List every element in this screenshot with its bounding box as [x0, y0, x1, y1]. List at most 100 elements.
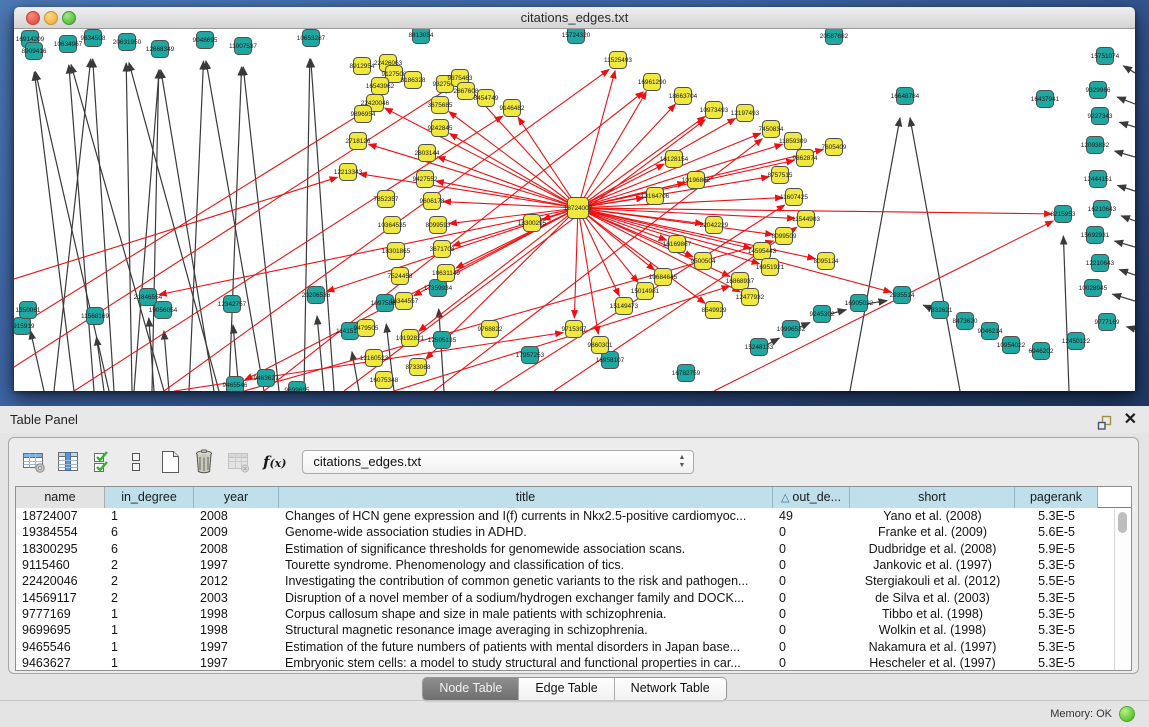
graph-node[interactable]: 9699695: [285, 382, 310, 392]
graph-node[interactable]: 8909416: [22, 43, 47, 60]
graph-node[interactable]: 12450122: [1062, 333, 1091, 350]
graph-node[interactable]: 7524458: [388, 268, 413, 285]
graph-node[interactable]: 3675685: [428, 97, 453, 114]
graph-node[interactable]: 16961290: [638, 74, 667, 91]
graph-node[interactable]: 9227343: [1088, 108, 1113, 125]
graph-node[interactable]: 8186328: [401, 72, 426, 89]
graph-node[interactable]: 9606178: [420, 193, 445, 210]
graph-node[interactable]: 12213343: [334, 164, 363, 181]
graph-node[interactable]: 6946202: [1029, 343, 1054, 360]
graph-node[interactable]: 8095124: [814, 253, 839, 270]
graph-node[interactable]: 18300295: [518, 215, 547, 232]
graph-node[interactable]: 15692931: [1081, 227, 1110, 244]
graph-node[interactable]: 9500504: [691, 253, 716, 270]
tab-node-table[interactable]: Node Table: [423, 678, 519, 700]
table-source-combobox[interactable]: citations_edges.txt ▲▼: [302, 450, 694, 474]
table-row[interactable]: 1456911722003Disruption of a novel membe…: [16, 589, 1131, 605]
graph-node[interactable]: 11525493: [604, 52, 632, 69]
graph-node[interactable]: 9777169: [1095, 314, 1120, 331]
delete-table-icon[interactable]: [189, 447, 219, 477]
table-row[interactable]: 946362711997Embryonic stem cells: a mode…: [16, 655, 1131, 671]
graph-node[interactable]: 15751074: [1091, 48, 1120, 65]
graph-node[interactable]: 16437941: [1031, 91, 1060, 108]
graph-node[interactable]: 9860301: [588, 337, 613, 354]
graph-node[interactable]: 9242845: [428, 120, 453, 137]
graph-node[interactable]: 20631950: [113, 34, 142, 51]
graph-node[interactable]: 16648784: [891, 88, 920, 105]
graph-node[interactable]: 12342757: [218, 296, 247, 313]
graph-node[interactable]: 20587682: [820, 29, 849, 45]
tab-network-table[interactable]: Network Table: [615, 678, 726, 700]
graph-node[interactable]: 9046214: [978, 323, 1003, 340]
memory-status-icon[interactable]: [1119, 706, 1135, 722]
graph-node[interactable]: 18663704: [669, 88, 698, 105]
graph-node[interactable]: 8215953: [1051, 206, 1076, 223]
window-zoom-button[interactable]: [62, 11, 76, 25]
graph-node[interactable]: 8757515: [768, 167, 793, 184]
graph-node[interactable]: 11568169: [81, 308, 109, 325]
graph-node[interactable]: 15014981: [631, 283, 660, 300]
graph-node[interactable]: 9048695: [193, 32, 218, 49]
graph-node[interactable]: 16951921: [756, 259, 785, 276]
graph-node[interactable]: 10684645: [649, 269, 678, 286]
column-header-year[interactable]: year: [194, 487, 279, 508]
table-row[interactable]: 977716911998Corpus callosum shape and si…: [16, 606, 1131, 622]
tab-edge-table[interactable]: Edge Table: [519, 678, 614, 700]
graph-node[interactable]: 2718126: [346, 133, 371, 150]
selection-mode-icon[interactable]: [87, 447, 117, 477]
graph-node[interactable]: 8912954: [350, 58, 375, 75]
table-row[interactable]: 1830029562008Estimation of significance …: [16, 541, 1131, 557]
graph-node[interactable]: 10996532: [777, 321, 806, 338]
table-row[interactable]: 969969511998Structural magnetic resonanc…: [16, 622, 1131, 638]
graph-node[interactable]: 12160523: [360, 350, 389, 367]
graph-node[interactable]: 10634967: [54, 36, 83, 53]
graph-node[interactable]: 8454749: [474, 90, 499, 107]
graph-node[interactable]: 12093832: [1081, 137, 1110, 154]
graph-node[interactable]: 7832621: [928, 302, 953, 319]
column-header-short[interactable]: short: [850, 487, 1015, 508]
graph-node[interactable]: 16075348: [370, 372, 399, 389]
graph-node[interactable]: 15724320: [562, 29, 591, 44]
graph-node[interactable]: 10954022: [997, 337, 1026, 354]
graph-node[interactable]: 7852357: [374, 191, 399, 208]
graph-node[interactable]: 15248133: [745, 339, 774, 356]
graph-node[interactable]: 12668349: [146, 41, 175, 58]
graph-node[interactable]: 16169867: [663, 236, 692, 253]
graph-node[interactable]: 1350061: [16, 302, 41, 319]
graph-node[interactable]: 8733068: [406, 359, 431, 376]
graph-node[interactable]: 13164706: [641, 188, 670, 205]
graph-node[interactable]: 9715397: [562, 321, 587, 338]
network-window-titlebar[interactable]: citations_edges.txt: [14, 7, 1135, 29]
graph-node[interactable]: 9479505: [354, 320, 379, 337]
scrollbar-thumb[interactable]: [1118, 512, 1127, 533]
graph-node[interactable]: 10631149: [432, 265, 460, 282]
create-table-icon[interactable]: [155, 447, 185, 477]
float-panel-icon[interactable]: [1097, 412, 1112, 427]
column-header-in_degree[interactable]: in_degree: [105, 487, 194, 508]
graph-node[interactable]: 12477932: [736, 289, 765, 306]
table-row[interactable]: 1938455462009Genome-wide association stu…: [16, 524, 1131, 540]
graph-node[interactable]: 9329966: [1086, 82, 1111, 99]
graph-node[interactable]: 12444151: [1084, 171, 1113, 188]
graph-node[interactable]: 10028945: [1079, 280, 1108, 297]
graph-node[interactable]: 8099593: [426, 217, 451, 234]
graph-node[interactable]: 18724007: [564, 198, 593, 219]
graph-node[interactable]: 8549929: [702, 302, 727, 319]
table-row[interactable]: 911546021997Tourette syndrome. Phenomeno…: [16, 557, 1131, 573]
graph-node[interactable]: 10653287: [297, 30, 326, 47]
graph-node[interactable]: 9768822: [478, 321, 503, 338]
graph-node[interactable]: 9634508: [81, 30, 106, 47]
graph-node[interactable]: 16782759: [672, 365, 701, 382]
graph-node[interactable]: 7450834: [759, 121, 784, 138]
row-height-icon[interactable]: [121, 447, 151, 477]
graph-node[interactable]: 9465546: [223, 377, 248, 392]
graph-node[interactable]: 16958107: [596, 352, 625, 369]
table-row[interactable]: 946554611997Estimation of the future num…: [16, 638, 1131, 654]
graph-node[interactable]: 11007537: [229, 38, 257, 55]
graph-node[interactable]: 11859309: [779, 133, 807, 150]
window-minimize-button[interactable]: [44, 11, 58, 25]
graph-node[interactable]: 18301865: [382, 243, 411, 260]
graph-node[interactable]: 11607425: [780, 189, 808, 206]
graph-node[interactable]: 8813054: [409, 29, 434, 44]
graph-node[interactable]: 9463627: [254, 370, 279, 387]
